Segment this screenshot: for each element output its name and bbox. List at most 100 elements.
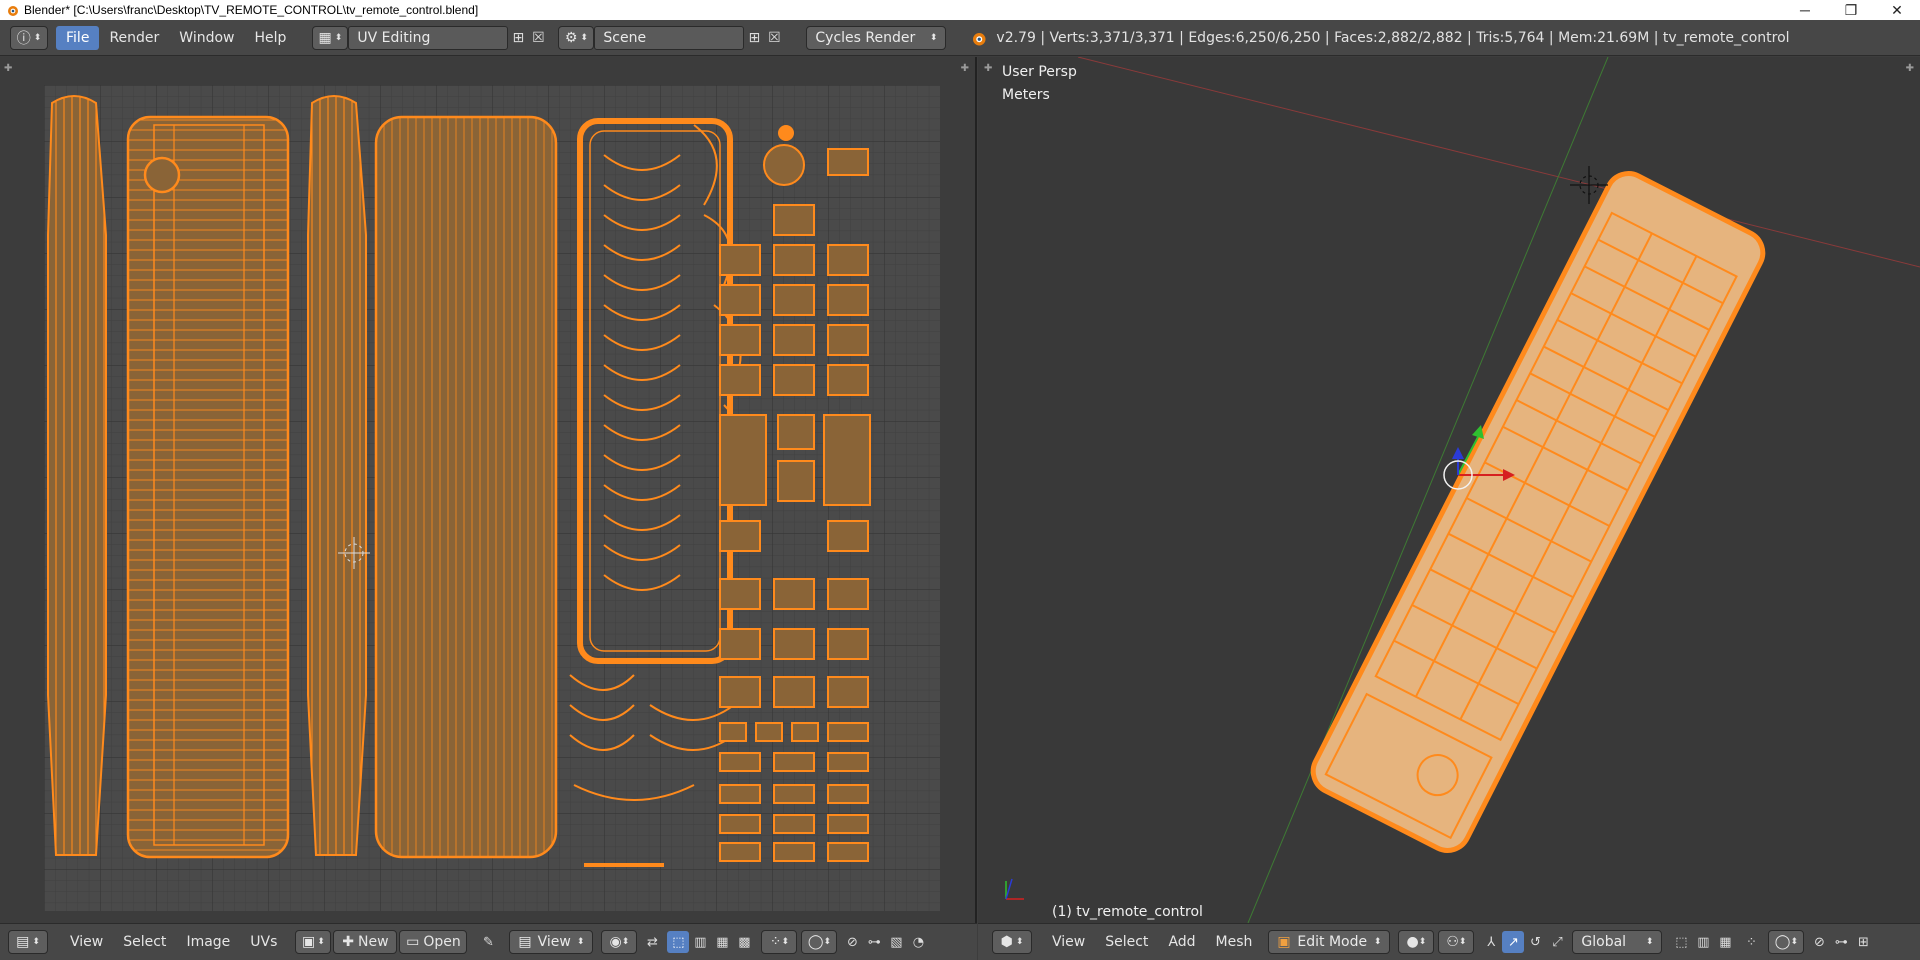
info-icon: ⓘ: [16, 30, 31, 47]
open-image-label: Open: [423, 934, 461, 950]
window-title: Blender* [C:\Users\franc\Desktop\TV_REMO…: [24, 3, 479, 17]
uv-layout-canvas[interactable]: [44, 85, 940, 911]
remote-mesh: [1310, 171, 1766, 853]
sync-selection-icon[interactable]: ⇄: [641, 931, 663, 953]
new-image-label: New: [358, 934, 389, 950]
render-engine-dropdown[interactable]: Cycles Render ⬍: [806, 25, 947, 50]
mode-label: Edit Mode: [1297, 934, 1368, 950]
manipulator-toggle-icon[interactable]: ⅄: [1480, 931, 1502, 953]
updown-icon: ⬍: [33, 32, 42, 43]
render-engine-label: Cycles Render: [815, 29, 916, 46]
scale-manipulator-icon[interactable]: ⤢: [1546, 931, 1568, 953]
menu-file[interactable]: File: [56, 25, 100, 50]
info-header: ⓘ ⬍ File Render Window Help ▦ ⬍ UV Editing…: [0, 20, 1920, 56]
display-channels-icon[interactable]: ◔: [907, 931, 929, 953]
3d-viewport[interactable]: ✚ ✚ User Persp Meters (1) tv_remote_cont…: [978, 57, 1920, 923]
sticky-mode-button[interactable]: ⁘ ⬍: [761, 930, 798, 954]
view-mode-label: View: [537, 934, 571, 950]
uv-editor-header: ▤ ⬍ View Select Image UVs ▣ ⬍ ✚ New ▭ Open ✎…: [0, 923, 977, 960]
image-editor-icon: ▤: [16, 934, 30, 950]
remove-scene-icon[interactable]: ☒: [764, 28, 784, 48]
edge-select-mode-icon[interactable]: ▥: [1692, 931, 1714, 953]
active-object-label: (1) tv_remote_control: [1052, 904, 1203, 920]
menu-render[interactable]: Render: [99, 26, 169, 50]
plus-icon: ✚: [342, 934, 355, 950]
pivot-button[interactable]: ◉ ⬍: [601, 930, 638, 954]
add-scene-icon[interactable]: ⊞: [744, 28, 764, 48]
window-titlebar: Blender* [C:\Users\franc\Desktop\TV_REMO…: [0, 0, 1920, 20]
editor-type-button[interactable]: ⬢ ⬍: [992, 930, 1032, 954]
island-select-icon[interactable]: ▩: [733, 931, 755, 953]
editor-type-button[interactable]: ⓘ ⬍: [10, 25, 48, 50]
orientation-label: Global: [1581, 934, 1627, 950]
pivot-icon: ⚇: [1446, 934, 1459, 950]
rotate-manipulator-icon[interactable]: ↺: [1524, 931, 1546, 953]
mode-dropdown[interactable]: ▣ Edit Mode ⬍: [1268, 930, 1391, 954]
viewport-shading-button[interactable]: ● ⬍: [1398, 930, 1435, 954]
view-mode-dropdown[interactable]: ▤ View ⬍: [509, 930, 594, 954]
proportional-icon: ◯: [1774, 934, 1791, 950]
pivot-icon: ◉: [609, 934, 622, 950]
menu-select[interactable]: Select: [113, 930, 176, 954]
edge-select-icon[interactable]: ▥: [689, 931, 711, 953]
pivot-point-button[interactable]: ⚇ ⬍: [1438, 930, 1475, 954]
scene-field[interactable]: Scene: [594, 25, 745, 50]
new-image-button[interactable]: ✚ New: [333, 930, 398, 954]
viewport-scene[interactable]: [978, 57, 1920, 923]
menu-add[interactable]: Add: [1158, 930, 1205, 954]
scene-statistics: v2.79 | Verts:3,371/3,371 | Edges:6,250/…: [996, 29, 1790, 46]
axis-gizmo-icon: [1005, 878, 1024, 900]
sticky-icon: ⁘: [769, 934, 782, 950]
shading-icon: ●: [1406, 934, 1419, 950]
face-select-mode-icon[interactable]: ▦: [1714, 931, 1736, 953]
menu-help[interactable]: Help: [244, 26, 296, 50]
screen-layout-icon-button[interactable]: ▦ ⬍: [312, 25, 349, 50]
minimize-button[interactable]: ─: [1782, 0, 1828, 20]
menu-view[interactable]: View: [1042, 930, 1095, 954]
restore-button[interactable]: ❐: [1828, 0, 1874, 20]
menu-uvs[interactable]: UVs: [240, 930, 287, 954]
menu-window[interactable]: Window: [169, 26, 244, 50]
blender-logo-icon: [973, 32, 986, 45]
proportional-edit-button[interactable]: ◯ ⬍: [1768, 930, 1805, 954]
remove-screen-icon[interactable]: ☒: [528, 28, 548, 48]
blender-logo-icon: [8, 6, 18, 16]
open-image-button[interactable]: ▭ Open: [399, 930, 468, 954]
uv-image-editor[interactable]: ✚ ✚: [0, 57, 977, 923]
snap-element-icon[interactable]: ⊶: [1830, 931, 1852, 953]
pin-icon[interactable]: ✎: [477, 931, 499, 953]
scene-icon-button[interactable]: ⚙ ⬍: [558, 25, 595, 50]
image-browse-icon: ▣: [302, 934, 316, 950]
limit-selection-icon[interactable]: ⁘: [1740, 931, 1762, 953]
translate-manipulator-icon[interactable]: ↗: [1502, 931, 1525, 953]
screen-layout-field[interactable]: UV Editing: [348, 25, 509, 50]
proportional-edit-button[interactable]: ◯ ⬍: [801, 930, 838, 954]
close-button[interactable]: ✕: [1874, 0, 1920, 20]
image-browse-button[interactable]: ▣ ⬍: [295, 930, 332, 954]
menu-select[interactable]: Select: [1095, 930, 1158, 954]
layout-icon: ▦: [318, 29, 332, 46]
proportional-icon: ◯: [807, 934, 824, 950]
area-split-handle[interactable]: ✚: [961, 63, 969, 74]
scene-icon: ⚙: [564, 29, 578, 46]
face-select-icon[interactable]: ▦: [711, 931, 733, 953]
snap-icon[interactable]: ⊘: [1808, 931, 1830, 953]
3d-view-icon: ⬢: [1000, 934, 1013, 950]
vertex-select-icon[interactable]: ⬚: [667, 931, 690, 953]
view-mode-icon: ▤: [518, 934, 532, 950]
transform-orientation-dropdown[interactable]: Global ⬍: [1572, 930, 1663, 954]
editor-type-button[interactable]: ▤ ⬍: [8, 930, 48, 954]
folder-icon: ▭: [406, 934, 420, 950]
snap-icon[interactable]: ⊘: [841, 931, 863, 953]
snap-target-icon[interactable]: ⊞: [1852, 931, 1874, 953]
menu-image[interactable]: Image: [176, 930, 240, 954]
add-screen-icon[interactable]: ⊞: [508, 28, 528, 48]
menu-view[interactable]: View: [60, 930, 113, 954]
area-split-handle[interactable]: ✚: [4, 63, 12, 74]
edit-mode-icon: ▣: [1277, 934, 1291, 950]
render-slot-icon[interactable]: ▧: [885, 931, 907, 953]
menu-mesh[interactable]: Mesh: [1206, 930, 1263, 954]
updown-icon: ⬍: [929, 32, 938, 43]
snap-element-icon[interactable]: ⊶: [863, 931, 885, 953]
vertex-select-mode-icon[interactable]: ⬚: [1670, 931, 1692, 953]
